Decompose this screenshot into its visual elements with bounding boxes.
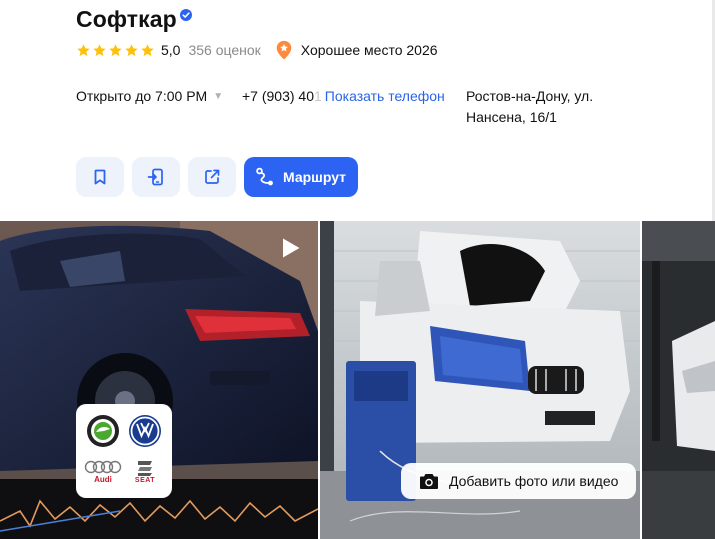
- bookmark-button[interactable]: [76, 157, 124, 197]
- audi-logo-text: Audi: [94, 474, 112, 484]
- star-icon: [125, 43, 138, 56]
- award-icon: [276, 40, 292, 60]
- share-button[interactable]: [188, 157, 236, 197]
- garage-photo-image: [642, 221, 715, 539]
- send-to-phone-button[interactable]: [132, 157, 180, 197]
- phone-block: +7 (903) 40 1 Показать телефон: [242, 86, 445, 107]
- verified-icon: [179, 8, 192, 21]
- star-icon: [77, 43, 90, 56]
- route-button[interactable]: Маршрут: [244, 157, 359, 197]
- address: Ростов-на-Дону, ул. Нансена, 16/1: [466, 88, 594, 125]
- hours-text: Открыто до 7:00 PM: [76, 88, 208, 104]
- audi-logo: Audi: [84, 453, 122, 490]
- rating-stars[interactable]: [76, 43, 155, 58]
- action-buttons: Маршрут: [76, 157, 359, 197]
- volkswagen-logo: [126, 412, 164, 449]
- route-button-label: Маршрут: [283, 169, 347, 185]
- play-icon[interactable]: [281, 237, 301, 259]
- award-label[interactable]: Хорошее место 2026: [301, 42, 438, 58]
- star-icon: [141, 43, 154, 56]
- chevron-down-icon: ▼: [213, 91, 224, 102]
- seat-logo-text: SEAT: [134, 477, 156, 484]
- star-icon: [109, 43, 122, 56]
- brand-logos-badge: Audi SEAT: [76, 404, 172, 498]
- route-icon: [256, 167, 273, 186]
- phone-number-faded: 1: [314, 88, 322, 104]
- gallery-video-1[interactable]: Audi SEAT: [0, 221, 318, 539]
- business-header: Софткар: [76, 6, 192, 33]
- hours-dropdown[interactable]: Открыто до 7:00 PM ▼: [76, 86, 223, 107]
- seat-logo: SEAT: [126, 453, 164, 490]
- reviews-count-link[interactable]: 356 оценок: [188, 42, 260, 58]
- skoda-logo: [84, 412, 122, 449]
- share-icon: [205, 169, 220, 184]
- gallery-photo-2[interactable]: Добавить фото или видео: [320, 221, 640, 539]
- send-to-phone-icon: [147, 168, 163, 186]
- add-photo-video-button[interactable]: Добавить фото или видео: [401, 463, 636, 499]
- bookmark-icon: [94, 169, 106, 185]
- show-phone-link[interactable]: Показать телефон: [325, 86, 445, 107]
- camera-icon: [420, 474, 438, 489]
- rating-score: 5,0: [161, 42, 181, 58]
- business-name: Софткар: [76, 6, 177, 32]
- add-photo-video-label: Добавить фото или видео: [449, 473, 619, 489]
- gallery-photo-3[interactable]: [642, 221, 715, 539]
- photo-gallery: Audi SEAT Добавить фото или видео: [0, 221, 715, 539]
- phone-number: +7 (903) 40: [242, 88, 314, 104]
- rating-row: 5,0 356 оценок Хорошее место 2026: [76, 40, 438, 60]
- star-icon: [93, 43, 106, 56]
